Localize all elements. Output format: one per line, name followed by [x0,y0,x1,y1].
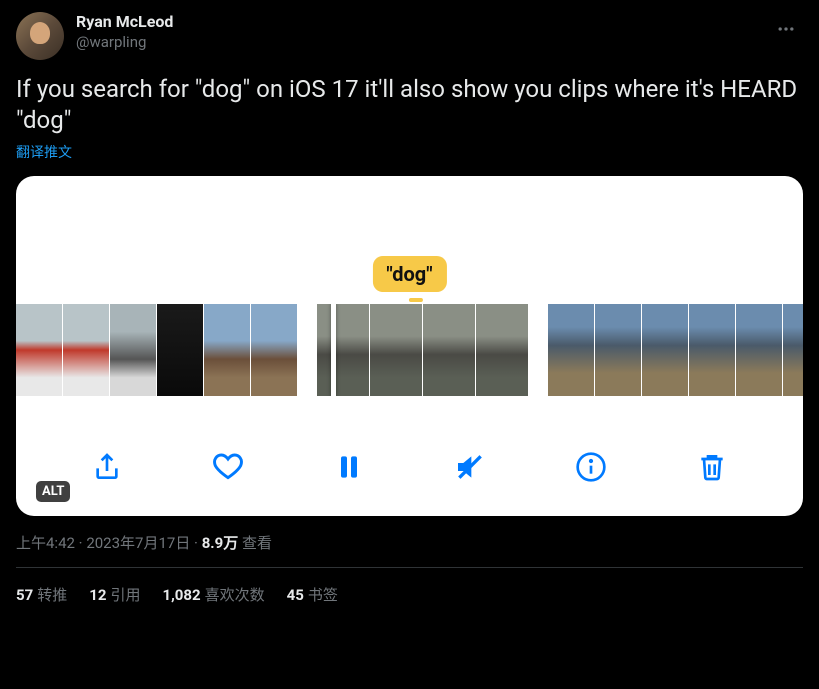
engagement-bar: 57转推 12引用 1,082喜欢次数 45书签 [16,568,803,605]
timeline-thumb [63,304,109,396]
translate-link[interactable]: 翻译推文 [16,142,72,162]
timeline-thumb [736,304,782,396]
tweet-meta[interactable]: 上午4:42 · 2023年7月17日 · 8.9万 查看 [16,532,803,553]
quotes-stat[interactable]: 12引用 [89,584,140,605]
more-button[interactable] [769,12,803,46]
timeline-thumb [204,304,250,396]
caption-pill: "dog" [372,256,446,292]
share-button[interactable] [86,446,128,488]
timeline-thumb [595,304,641,396]
pause-button[interactable] [328,446,370,488]
timeline-thumb [157,304,203,396]
media-attachment[interactable]: "dog" [16,176,803,516]
timeline-thumb [783,304,803,396]
tweet-header: Ryan McLeod @warpling [16,12,803,60]
tweet-time: 上午4:42 [16,534,75,552]
like-button[interactable] [207,446,249,488]
timeline-thumb [16,304,62,396]
meta-sep: · [75,534,86,552]
mute-button[interactable] [449,446,491,488]
delete-button[interactable] [691,446,733,488]
timeline-thumb [548,304,594,396]
timeline-thumb [642,304,688,396]
timeline-thumb [423,304,475,396]
retweets-stat[interactable]: 57转推 [16,584,67,605]
share-icon [91,451,123,483]
timeline-thumb [689,304,735,396]
bookmarks-stat[interactable]: 45书签 [287,584,338,605]
views-count: 8.9万 [202,534,239,552]
video-timeline[interactable] [16,304,803,396]
handle: @warpling [76,33,173,53]
timeline-thumb [370,304,422,396]
likes-stat[interactable]: 1,082喜欢次数 [162,584,264,605]
heart-icon [212,451,244,483]
tweet-date: 2023年7月17日 [86,534,190,552]
pause-icon [333,451,365,483]
clip-group [16,304,297,396]
info-button[interactable] [570,446,612,488]
avatar[interactable] [16,12,64,60]
author-block[interactable]: Ryan McLeod @warpling [76,12,173,52]
playhead[interactable] [331,304,336,396]
more-icon [776,19,796,39]
timeline-thumb [476,304,528,396]
info-icon [575,451,607,483]
alt-badge[interactable]: ALT [36,481,70,502]
display-name: Ryan McLeod [76,12,173,33]
tweet-container: Ryan McLeod @warpling If you search for … [0,0,819,605]
player-controls [16,446,803,488]
speaker-mute-icon [454,451,486,483]
timeline-thumb [110,304,156,396]
views-label: 查看 [242,534,272,552]
trash-icon [696,451,728,483]
meta-sep: · [190,534,201,552]
clip-group [548,304,803,396]
clip-group-active [317,304,528,396]
timeline-thumb [317,304,369,396]
tweet-text: If you search for "dog" on iOS 17 it'll … [16,74,803,136]
timeline-thumb [251,304,297,396]
